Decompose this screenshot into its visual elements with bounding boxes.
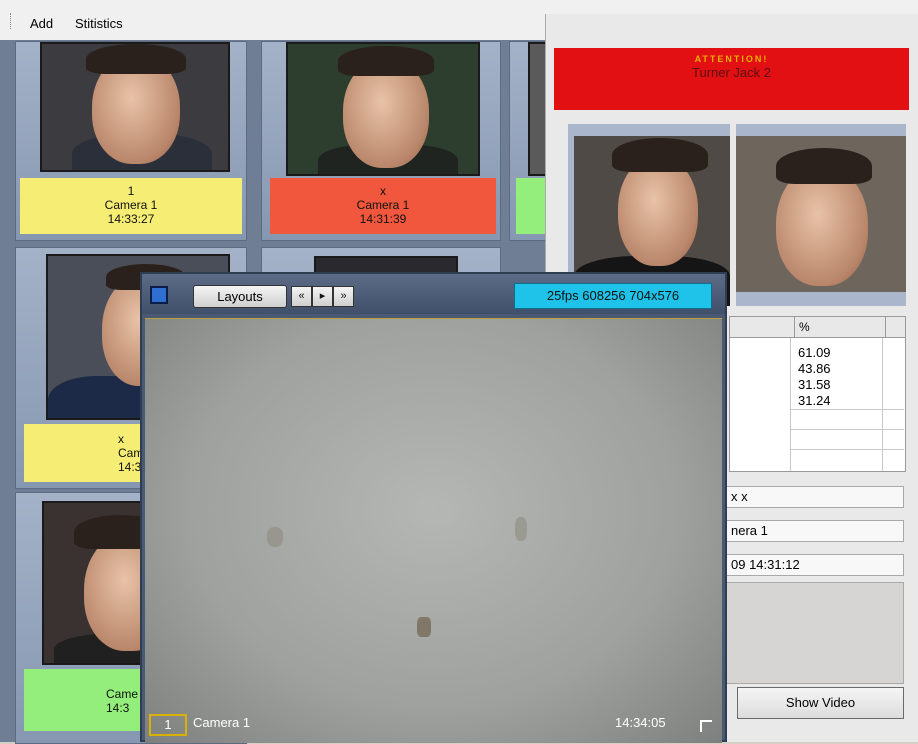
table-cell: 43.86 bbox=[798, 361, 831, 376]
show-video-button[interactable]: Show Video bbox=[737, 687, 904, 719]
database-face-photo bbox=[736, 124, 906, 306]
table-cell: 31.58 bbox=[798, 377, 831, 392]
play-icon[interactable]: ▸ bbox=[312, 286, 333, 307]
match-tag: 1 Camera 1 14:33:27 bbox=[20, 178, 242, 234]
alert-person-name: Turner Jack 2 bbox=[692, 65, 771, 80]
table-header-col bbox=[730, 317, 795, 338]
menu-add[interactable]: Add bbox=[30, 16, 53, 31]
alert-title: ATTENTION! bbox=[694, 54, 769, 64]
menu-statistics[interactable]: Stitistics bbox=[75, 16, 123, 31]
table-header-col bbox=[886, 317, 906, 338]
video-window: Layouts « ▸ » 25fps 608256 704x576 1 Cam… bbox=[140, 272, 727, 743]
video-toolbar: Layouts « ▸ » 25fps 608256 704x576 bbox=[142, 274, 725, 314]
camera-label: Camera 1 bbox=[193, 715, 251, 730]
table-cell: 31.24 bbox=[798, 393, 831, 408]
toolbar-grip[interactable] bbox=[10, 13, 13, 29]
datetime-field[interactable]: 09 14:31:12 bbox=[726, 554, 904, 576]
notes-area[interactable] bbox=[726, 582, 904, 684]
face-photo bbox=[286, 42, 480, 176]
camera-field[interactable]: nera 1 bbox=[726, 520, 904, 542]
face-cell[interactable]: x Camera 1 14:31:39 bbox=[261, 41, 501, 241]
match-tag: x Camera 1 14:31:39 bbox=[270, 178, 496, 234]
stream-info: 25fps 608256 704x576 bbox=[514, 283, 712, 309]
layouts-button[interactable]: Layouts bbox=[193, 285, 287, 308]
resize-handle-icon[interactable] bbox=[700, 720, 712, 732]
video-time: 14:34:05 bbox=[615, 715, 666, 730]
match-table[interactable]: % 61.09 43.86 31.58 31.24 bbox=[729, 316, 906, 472]
channel-number: 1 bbox=[149, 714, 187, 736]
table-cell: 61.09 bbox=[798, 345, 831, 360]
table-header-percent[interactable]: % bbox=[795, 317, 886, 338]
face-photo bbox=[40, 42, 230, 172]
face-cell[interactable]: 1 Camera 1 14:33:27 bbox=[15, 41, 247, 241]
forward-icon[interactable]: » bbox=[333, 286, 354, 307]
alert-header: ATTENTION! Turner Jack 2 bbox=[554, 48, 909, 110]
video-feed[interactable] bbox=[145, 318, 722, 743]
rewind-icon[interactable]: « bbox=[291, 286, 312, 307]
window-select-icon[interactable] bbox=[150, 286, 168, 304]
name-field[interactable]: x x bbox=[726, 486, 904, 508]
